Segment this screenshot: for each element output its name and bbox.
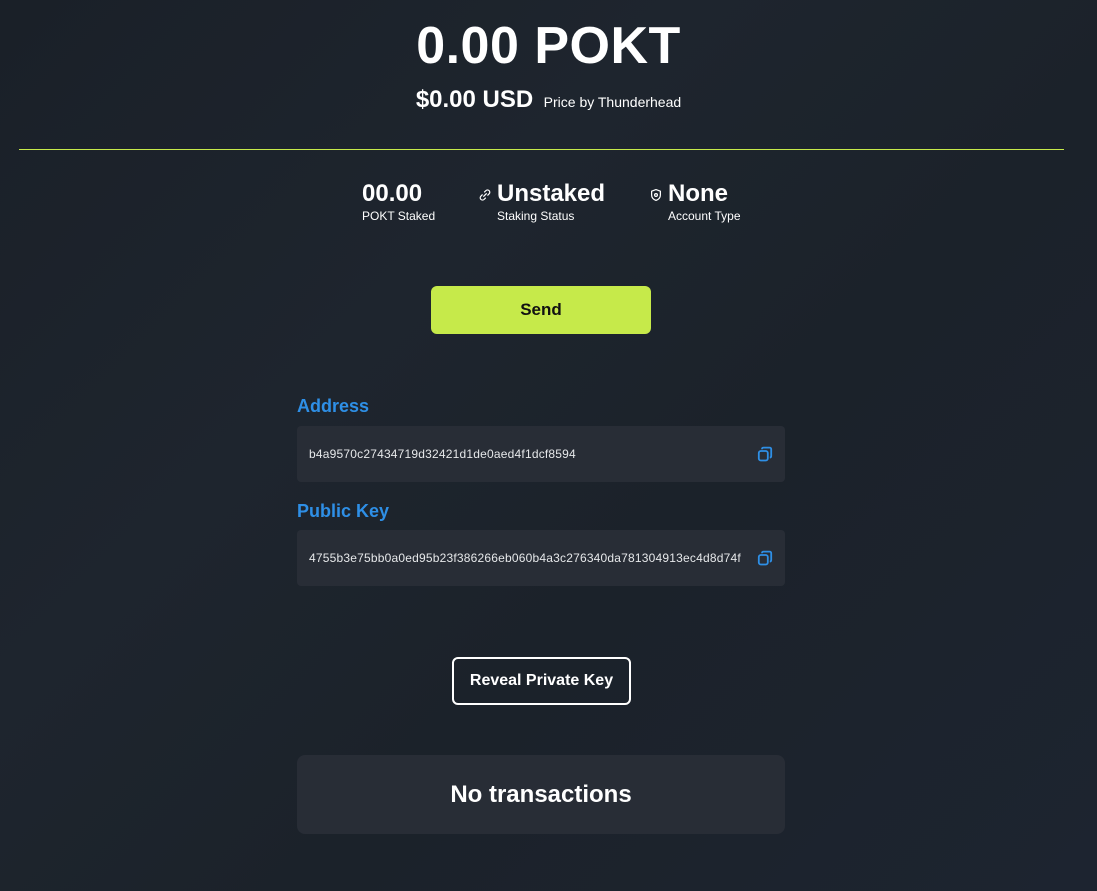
- no-transactions-text: No transactions: [450, 780, 632, 808]
- address-label: Address: [297, 396, 370, 416]
- send-button[interactable]: Send: [431, 286, 651, 334]
- address-field: b4a9570c27434719d32421d1de0aed4f1dcf8594: [297, 426, 785, 482]
- public-key-label: Public Key: [297, 501, 390, 521]
- staked-label: POKT Staked: [362, 209, 436, 223]
- status-label: Staking Status: [497, 209, 575, 223]
- public-key-value: 4755b3e75bb0a0ed95b23f386266eb060b4a3c27…: [309, 551, 741, 565]
- account-label: Account Type: [668, 209, 741, 223]
- status-value: Unstaked: [497, 180, 606, 207]
- fiat-row: $0.00 USD Price by Thunderhead: [0, 86, 1097, 114]
- copy-icon[interactable]: [757, 446, 773, 462]
- stat-account-type: None Account Type: [649, 180, 741, 223]
- staked-value: 00.00: [362, 180, 423, 207]
- address-value: b4a9570c27434719d32421d1de0aed4f1dcf8594: [309, 447, 576, 461]
- reveal-private-key-button[interactable]: Reveal Private Key: [452, 657, 631, 705]
- price-source: Price by Thunderhead: [543, 94, 682, 110]
- copy-icon[interactable]: [757, 550, 773, 566]
- stat-staking-status: Unstaked Staking Status: [478, 180, 605, 223]
- usd-value: $0.00 USD: [415, 86, 534, 113]
- shield-icon: [651, 188, 661, 202]
- balance-amount: 0.00 POKT: [416, 17, 681, 75]
- divider: [19, 149, 1064, 150]
- transactions-panel: No transactions: [297, 755, 785, 834]
- link-icon: [479, 189, 491, 201]
- public-key-field: 4755b3e75bb0a0ed95b23f386266eb060b4a3c27…: [297, 530, 785, 586]
- stat-pokt-staked: 00.00 POKT Staked: [362, 180, 435, 223]
- account-value: None: [668, 180, 728, 207]
